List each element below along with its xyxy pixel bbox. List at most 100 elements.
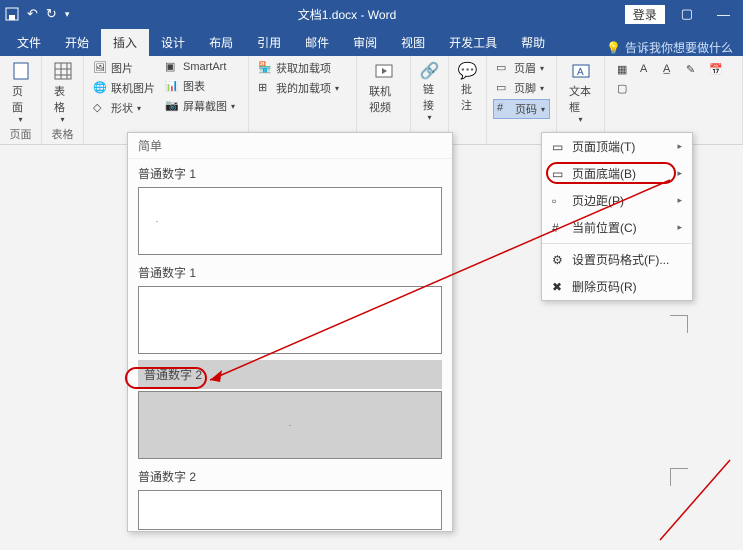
links-button[interactable]: 🔗 链接 ▾ <box>417 59 442 124</box>
menu-page-bottom[interactable]: ▭ 页面底端(B) ▸ <box>542 160 692 187</box>
table-button[interactable]: 表格 ▾ <box>48 59 77 126</box>
tab-references[interactable]: 引用 <box>245 29 293 56</box>
page-group-label: 页面 <box>6 126 35 142</box>
online-pictures-button[interactable]: 🌐联机图片 <box>90 79 158 97</box>
document-title: 文档1.docx - Word <box>69 6 624 23</box>
screenshot-icon: 📷 <box>165 99 179 113</box>
obj-icon: ▢ <box>617 82 631 96</box>
page-number-button[interactable]: #页码▾ <box>493 99 550 119</box>
header-button[interactable]: ▭页眉▾ <box>493 59 550 77</box>
comment-icon: 💬 <box>458 61 478 81</box>
quick-parts-button[interactable]: ▦ <box>614 62 634 78</box>
redo-icon[interactable]: ↻ <box>46 6 57 22</box>
chevron-down-icon: ▾ <box>137 104 141 113</box>
minimize-icon[interactable]: — <box>709 7 738 22</box>
menu-remove-pagenum[interactable]: ✖ 删除页码(R) <box>542 273 692 300</box>
tell-me-search[interactable]: 💡 告诉我你想要做什么 <box>606 39 743 56</box>
gallery-label: 普通数字 1 <box>138 162 442 185</box>
cover-page-button[interactable]: 页面 ▾ <box>6 59 35 126</box>
remove-icon: ✖ <box>552 280 566 294</box>
pictures-button[interactable]: 🖼图片 <box>90 59 158 77</box>
tab-review[interactable]: 审阅 <box>341 29 389 56</box>
page-label: 页面 <box>12 83 29 115</box>
tab-view[interactable]: 视图 <box>389 29 437 56</box>
tab-design[interactable]: 设计 <box>149 29 197 56</box>
gallery-item-plain1[interactable]: 普通数字 1 · <box>128 159 452 258</box>
chevron-down-icon: ▾ <box>231 102 235 111</box>
margins-icon: ▫ <box>552 194 566 208</box>
screenshot-button[interactable]: 📷屏幕截图▾ <box>162 97 238 115</box>
page-corner-mark <box>670 468 688 486</box>
submenu-arrow-icon: ▸ <box>677 195 682 206</box>
menu-format-pagenum[interactable]: ⚙ 设置页码格式(F)... <box>542 246 692 273</box>
tab-file[interactable]: 文件 <box>5 29 53 56</box>
tab-layout[interactable]: 布局 <box>197 29 245 56</box>
pagenum-menu: ▭ 页面顶端(T) ▸ ▭ 页面底端(B) ▸ ▫ 页边距(P) ▸ # 当前位… <box>541 132 693 301</box>
footer-button[interactable]: ▭页脚▾ <box>493 79 550 97</box>
menu-current-position[interactable]: # 当前位置(C) ▸ <box>542 214 692 241</box>
ribbon-options-icon[interactable]: ▢ <box>673 6 701 22</box>
page-corner-mark <box>670 315 688 333</box>
sig-icon: ✎ <box>686 63 700 77</box>
pagenum-icon: # <box>497 102 511 116</box>
tab-home[interactable]: 开始 <box>53 29 101 56</box>
login-button[interactable]: 登录 <box>625 5 665 24</box>
current-icon: # <box>552 221 566 235</box>
wordart-icon: A <box>640 63 654 77</box>
date-button[interactable]: 📅 <box>706 62 726 78</box>
get-addins-button[interactable]: 🏪获取加载项 <box>255 59 350 77</box>
textbox-label: 文本框 <box>569 83 592 115</box>
header-icon: ▭ <box>496 61 510 75</box>
gallery-item-plain1b[interactable]: 普通数字 1 <box>128 258 452 357</box>
wordart-button[interactable]: A <box>637 62 657 78</box>
chart-button[interactable]: 📊图表 <box>162 77 238 95</box>
chevron-down-icon: ▾ <box>60 115 64 124</box>
footer-icon: ▭ <box>496 81 510 95</box>
gallery-item-plain2b[interactable]: 普通数字 2 <box>128 462 452 533</box>
table-label: 表格 <box>54 83 71 115</box>
menu-separator <box>542 243 692 244</box>
video-label: 联机视频 <box>369 83 398 115</box>
dropcap-icon: A̲ <box>663 63 677 77</box>
chevron-down-icon: ▾ <box>18 115 22 124</box>
smartart-button[interactable]: ▣SmartArt <box>162 59 238 75</box>
date-icon: 📅 <box>709 63 723 77</box>
signature-button[interactable]: ✎ <box>683 62 703 78</box>
chevron-down-icon: ▾ <box>335 84 339 93</box>
store-icon: 🏪 <box>258 61 272 75</box>
title-bar: ↶ ↻ ▾ 文档1.docx - Word 登录 ▢ — <box>0 0 743 28</box>
gallery-preview <box>138 286 442 354</box>
svg-text:A: A <box>577 67 584 78</box>
gallery-preview: · <box>138 187 442 255</box>
undo-icon[interactable]: ↶ <box>27 6 38 22</box>
save-icon[interactable] <box>5 7 19 21</box>
tab-mailings[interactable]: 邮件 <box>293 29 341 56</box>
chart-icon: 📊 <box>165 79 179 93</box>
comment-label: 批注 <box>461 81 474 113</box>
my-addins-button[interactable]: ⊞我的加载项▾ <box>255 79 350 97</box>
link-icon: 🔗 <box>420 61 440 81</box>
links-label: 链接 <box>423 81 436 113</box>
tab-developer[interactable]: 开发工具 <box>437 29 509 56</box>
ribbon-tabs: 文件 开始 插入 设计 布局 引用 邮件 审阅 视图 开发工具 帮助 💡 告诉我… <box>0 28 743 56</box>
textbox-button[interactable]: A 文本框 ▾ <box>563 59 598 126</box>
shapes-button[interactable]: ◇形状▾ <box>90 99 158 117</box>
tab-help[interactable]: 帮助 <box>509 29 557 56</box>
gallery-label: 普通数字 1 <box>138 261 442 284</box>
format-icon: ⚙ <box>552 253 566 267</box>
tell-me-label: 告诉我你想要做什么 <box>625 39 733 56</box>
shapes-icon: ◇ <box>93 101 107 115</box>
page-top-icon: ▭ <box>552 140 566 154</box>
gallery-item-plain2[interactable]: 普通数字 2 · <box>128 357 452 462</box>
dropcap-button[interactable]: A̲ <box>660 62 680 78</box>
chevron-down-icon: ▾ <box>578 115 582 124</box>
comment-button[interactable]: 💬 批注 <box>455 59 480 115</box>
object-button[interactable]: ▢ <box>614 81 634 97</box>
addin-icon: ⊞ <box>258 81 272 95</box>
online-video-button[interactable]: 联机视频 <box>363 59 404 117</box>
gallery-simple-header: 简单 <box>128 133 452 159</box>
menu-page-margins[interactable]: ▫ 页边距(P) ▸ <box>542 187 692 214</box>
lightbulb-icon: 💡 <box>606 41 621 55</box>
tab-insert[interactable]: 插入 <box>101 29 149 56</box>
menu-page-top[interactable]: ▭ 页面顶端(T) ▸ <box>542 133 692 160</box>
